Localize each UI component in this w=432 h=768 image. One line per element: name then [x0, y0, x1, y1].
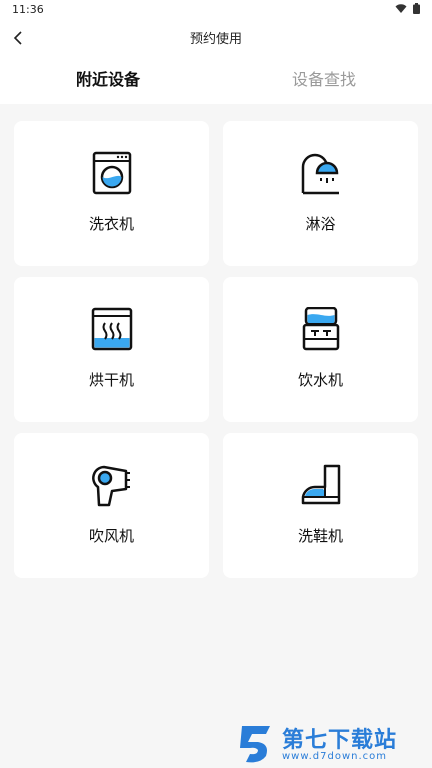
- status-bar: 11:36: [0, 0, 432, 20]
- status-time: 11:36: [12, 3, 44, 16]
- hair-dryer-icon: [91, 465, 130, 507]
- washing-machine-icon: [92, 151, 131, 195]
- shoe-washer-icon: [301, 464, 340, 505]
- header: 预约使用 附近设备 设备查找: [0, 20, 432, 104]
- device-card-dryer[interactable]: 烘干机: [14, 277, 209, 422]
- device-label: 烘干机: [88, 371, 134, 389]
- battery-icon: [413, 3, 420, 14]
- tab-nearby-devices[interactable]: 附近设备: [0, 66, 216, 90]
- water-dispenser-icon: [302, 307, 339, 351]
- dryer-icon: [91, 307, 132, 351]
- wifi-icon: [395, 3, 407, 13]
- status-icons: [395, 3, 420, 14]
- device-label: 吹风机: [88, 527, 134, 545]
- watermark-title: 第七下载站: [282, 728, 398, 753]
- device-label: 饮水机: [297, 371, 343, 389]
- watermark-logo-icon: [240, 726, 270, 763]
- device-label: 洗鞋机: [297, 527, 343, 545]
- tab-device-search[interactable]: 设备查找: [216, 66, 432, 90]
- device-card-shower[interactable]: 淋浴: [223, 121, 418, 266]
- device-card-washing-machine[interactable]: 洗衣机: [14, 121, 209, 266]
- shower-icon: [301, 153, 339, 195]
- device-card-shoe-washer[interactable]: 洗鞋机: [223, 433, 418, 578]
- device-card-hair-dryer[interactable]: 吹风机: [14, 433, 209, 578]
- watermark-url: www.d7down.com: [282, 751, 388, 762]
- page-title: 预约使用: [189, 32, 242, 47]
- watermark: 第七下载站 www.d7down.com: [236, 722, 426, 766]
- device-grid: 洗衣机 淋浴 烘干机 饮水机 吹风机 洗鞋机: [14, 121, 418, 578]
- device-label: 淋浴: [305, 215, 336, 233]
- device-label: 洗衣机: [88, 215, 134, 233]
- device-card-water-dispenser[interactable]: 饮水机: [223, 277, 418, 422]
